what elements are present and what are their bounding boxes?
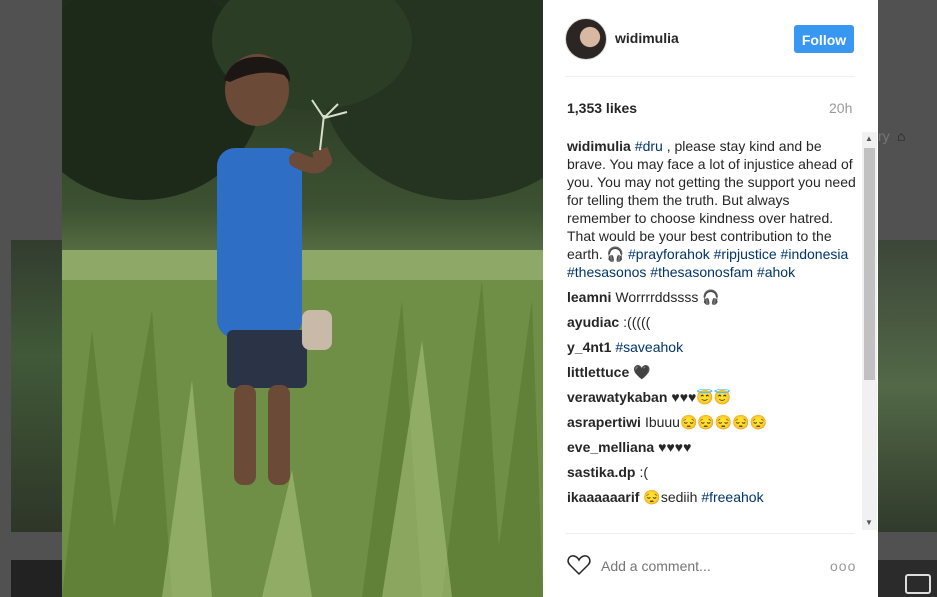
comments-scrollbar[interactable]: ▲ ▼ [862,132,877,530]
home-icon: ⌂ [897,128,906,144]
comment-item: ikaaaaaarif 😔sediih #freeahok [567,488,857,506]
comment-item: verawatykaban ♥♥♥😇😇 [567,388,857,406]
comment-item: eve_melliana ♥♥♥♥ [567,438,857,456]
background-post-thumbnail [11,560,63,597]
comment-item: y_4nt1 #saveahok [567,338,857,356]
comment-username[interactable]: asrapertiwi [567,414,641,430]
comment-text: Worrrrddssss 🎧 [615,289,720,305]
post-photo [62,0,543,597]
camera-icon [905,574,931,594]
comment-username[interactable]: verawatykaban [567,389,667,405]
comment-text: ♥♥♥♥ [658,439,692,455]
comment-text: :( [639,464,649,480]
hashtag-link[interactable]: #saveahok [615,339,683,355]
comment-username[interactable]: leamni [567,289,611,305]
hashtag-link[interactable]: #ripjustice [714,246,777,262]
follow-button[interactable]: Follow [794,25,854,53]
caption: widimulia #dru , please stay kind and be … [567,137,857,281]
avatar[interactable] [565,18,607,60]
caption-text: #dru , please stay kind and be brave. Yo… [567,138,856,280]
comment-text: ♥♥♥😇😇 [671,389,732,405]
comment-input[interactable] [601,558,801,574]
divider [565,533,855,534]
comment-item: sastika.dp:( [567,463,857,481]
comment-username[interactable]: littlettuce [567,364,629,380]
comment-username[interactable]: y_4nt1 [567,339,611,355]
comment-item: leamni Worrrrddssss 🎧 [567,288,857,306]
post-time[interactable]: 20h [829,100,852,116]
comment-username[interactable]: sastika.dp [567,464,635,480]
comment-username[interactable]: ikaaaaaarif [567,489,639,505]
author-username[interactable]: widimulia [615,30,679,46]
comment-item: littlettuce 🖤 [567,363,857,381]
comment-item: ayudiac:((((( [567,313,857,331]
hashtag-link[interactable]: #thesasonos [567,264,646,280]
background-text: ry [878,128,890,144]
comment-text: Ibuuu😔😔😔😔😔 [644,414,768,430]
post-header: widimulia Follow [565,18,857,66]
comment-text: 🖤 [633,364,651,380]
comment-username[interactable]: eve_melliana [567,439,654,455]
likes-count[interactable]: 1,353 likes [567,100,637,116]
comment-username[interactable]: ayudiac [567,314,619,330]
comment-text: :((((( [623,314,651,330]
hashtag-link[interactable]: #ahok [757,264,795,280]
heart-icon[interactable] [567,554,591,581]
scroll-down-icon[interactable]: ▼ [865,518,873,527]
divider [565,76,855,77]
more-options-icon[interactable]: ooo [830,558,856,574]
comment-item: asrapertiwi Ibuuu😔😔😔😔😔 [567,413,857,431]
scrollbar-thumb[interactable] [864,148,875,380]
hashtag-link[interactable]: #prayforahok [628,246,710,262]
hashtag-link[interactable]: #indonesia [781,246,849,262]
caption-username[interactable]: widimulia [567,138,631,154]
post-details-panel: widimulia Follow 1,353 likes 20h widimul… [543,0,878,597]
comments-list[interactable]: widimulia #dru , please stay kind and be … [567,137,857,527]
background-post-thumbnail [11,240,63,532]
comment-text: , please stay kind and be brave. You may… [567,138,856,262]
scroll-up-icon[interactable]: ▲ [865,134,873,143]
comment-text: 😔sediih [643,489,702,505]
background-post-thumbnail [878,240,937,532]
hashtag-link[interactable]: #thesasonosfam [650,264,753,280]
hashtag-link[interactable]: #freeahok [701,489,763,505]
hashtag-link[interactable]: #dru [635,138,663,154]
